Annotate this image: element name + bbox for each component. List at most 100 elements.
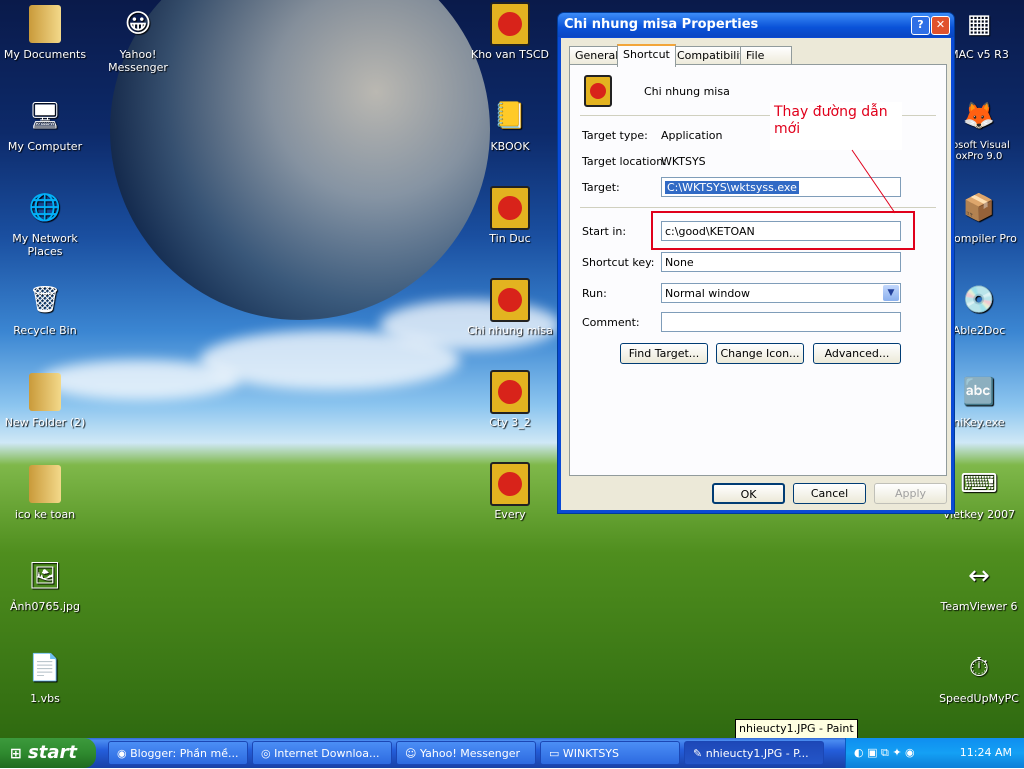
shortcut-key-label: Shortcut key: <box>582 256 655 269</box>
chevron-down-icon[interactable]: ▼ <box>883 285 899 301</box>
desktop-icon-kbook[interactable]: 📒 KBOOK <box>465 96 555 153</box>
desktop-icon-1-vbs[interactable]: 📄 1.vbs <box>0 648 90 705</box>
disc-icon: 💿 <box>962 285 996 315</box>
unikey-icon: 🔤 <box>962 377 996 407</box>
comment-field[interactable] <box>661 312 901 332</box>
icon-label: My Network Places <box>12 232 78 258</box>
target-location-label: Target location: <box>582 155 667 168</box>
image-icon: 🖼 <box>28 561 62 591</box>
dialog-title: Chi nhung misa Properties <box>564 17 759 32</box>
shortcut-key-field[interactable]: None <box>661 252 901 272</box>
desktop-icon-my-network-places[interactable]: 🌐 My Network Places <box>0 188 90 258</box>
taskbar-tooltip: nhieucty1.JPG - Paint <box>735 719 858 739</box>
shortcut-app-icon <box>584 75 612 107</box>
desktop-icon-yahoo-messenger[interactable]: 😀 Yahoo! Messenger <box>93 4 183 74</box>
box-icon: 📦 <box>962 193 996 223</box>
target-value: C:\WKTSYS\wktsyss.exe <box>665 181 799 194</box>
icon-label: Every <box>494 508 526 521</box>
yahoo-smiley-icon: 😀 <box>124 9 152 39</box>
icon-label: ico ke toan <box>14 508 76 521</box>
task-winktsys[interactable]: ▭ WINKTSYS <box>540 741 680 765</box>
app-icon <box>490 462 530 506</box>
close-button[interactable]: ✕ <box>931 16 950 35</box>
icon-label: KBOOK <box>490 140 530 153</box>
ok-button[interactable]: OK <box>712 483 785 504</box>
script-icon: 📄 <box>28 653 62 683</box>
separator <box>580 207 936 208</box>
comment-label: Comment: <box>582 316 640 329</box>
help-button[interactable]: ? <box>911 16 930 35</box>
folder-icon <box>25 464 65 504</box>
icon-label: Tin Duc <box>489 232 531 245</box>
icon-label: New Folder (2) <box>4 416 86 429</box>
find-target-button[interactable]: Find Target... <box>620 343 708 364</box>
highlight-box <box>651 211 915 250</box>
task-label: Internet Downloa... <box>274 747 380 760</box>
app-icon <box>490 2 530 46</box>
globe-icon: ◎ <box>261 747 275 760</box>
folder-icon: ▭ <box>549 747 563 760</box>
icon-label: My Documents <box>3 48 87 61</box>
cancel-button[interactable]: Cancel <box>793 483 866 504</box>
fox-icon: 🦊 <box>962 101 996 131</box>
run-label: Run: <box>582 287 607 300</box>
desktop-icon-anh0765[interactable]: 🖼 Ảnh0765.jpg <box>0 556 90 613</box>
apply-button[interactable]: Apply <box>874 483 947 504</box>
icon-label: Chi nhung misa <box>467 324 553 337</box>
run-select[interactable]: Normal window ▼ <box>661 283 901 303</box>
recycle-bin-icon: 🗑 <box>28 285 62 315</box>
desktop-icon-tin-duc[interactable]: Tin Duc <box>465 186 555 245</box>
tray-icons[interactable]: ◐ ▣ ⧉ ✦ ◉ <box>846 746 915 759</box>
icon-label: My Computer <box>7 140 83 153</box>
icon-label: SpeedUpMyPC <box>939 692 1019 705</box>
annotation-note: Thay đường dẫn mới <box>770 102 902 150</box>
icon-label: Kho van TSCD <box>471 48 549 61</box>
notebook-icon: 📒 <box>493 101 527 131</box>
task-label: WINKTSYS <box>562 747 620 760</box>
target-location-value: WKTSYS <box>661 155 706 168</box>
desktop-icon-my-documents[interactable]: My Documents <box>0 4 90 61</box>
speedometer-icon: ⏱ <box>968 652 990 683</box>
tab-file-hashes[interactable]: File Hashes <box>740 46 793 80</box>
desktop-icon-new-folder-2[interactable]: New Folder (2) <box>0 372 90 429</box>
task-yahoo-messenger[interactable]: ☺ Yahoo! Messenger <box>396 741 536 765</box>
windows-flag-icon: ⊞ <box>10 746 22 762</box>
chrome-icon: ◉ <box>117 747 131 760</box>
desktop-icon-chi-nhung-misa[interactable]: Chi nhung misa <box>465 278 555 337</box>
icon-label: TeamViewer 6 <box>940 600 1018 613</box>
tab-shortcut[interactable]: Shortcut <box>617 44 676 67</box>
start-label: start <box>28 742 77 763</box>
task-blogger[interactable]: ◉ Blogger: Phần mề... <box>108 741 248 765</box>
start-in-label: Start in: <box>582 225 627 238</box>
start-button[interactable]: ⊞ start <box>0 738 96 768</box>
task-label: nhieucty1.JPG - P... <box>705 747 809 760</box>
desktop-icon-speedupmypc[interactable]: ⏱ SpeedUpMyPC <box>934 648 1024 706</box>
change-icon-button[interactable]: Change Icon... <box>716 343 804 364</box>
task-internet-download[interactable]: ◎ Internet Downloa... <box>252 741 392 765</box>
app-icon <box>490 186 530 230</box>
target-field[interactable]: C:\WKTSYS\wktsyss.exe <box>661 177 901 197</box>
desktop-icon-recycle-bin[interactable]: 🗑 Recycle Bin <box>0 280 90 337</box>
desktop-icon-ico-ke-toan[interactable]: ico ke toan <box>0 464 90 521</box>
advanced-button[interactable]: Advanced... <box>813 343 901 364</box>
vietkey-icon: ⌨ <box>960 469 998 499</box>
folder-user-icon <box>25 4 65 44</box>
shortcut-name: Chi nhung misa <box>644 85 730 98</box>
desktop-icon-kho-van-tscd[interactable]: Kho van TSCD <box>465 2 555 61</box>
system-tray: ◐ ▣ ⧉ ✦ ◉ 11:24 AM <box>845 738 1024 768</box>
yahoo-smiley-icon: ☺ <box>405 747 420 760</box>
clock[interactable]: 11:24 AM <box>960 738 1012 768</box>
desktop-icon-cty-3-2[interactable]: Cty 3_2 <box>465 370 555 429</box>
task-paint[interactable]: ✎ nhieucty1.JPG - P... <box>684 741 824 765</box>
desktop-icon-every[interactable]: Every <box>465 462 555 521</box>
computer-icon: 🖥 <box>28 101 62 131</box>
icon-label: Yahoo! Messenger <box>108 48 168 74</box>
folder-icon <box>25 372 65 412</box>
icon-label: Cty 3_2 <box>489 416 531 429</box>
desktop-icon-my-computer[interactable]: 🖥 My Computer <box>0 96 90 153</box>
desktop-icon-teamviewer[interactable]: ↔ TeamViewer 6 <box>934 556 1024 613</box>
maze-icon: ▦ <box>966 9 992 39</box>
properties-dialog: Chi nhung misa Properties ? ✕ General Sh… <box>557 12 955 514</box>
dialog-titlebar[interactable]: Chi nhung misa Properties ? ✕ <box>558 13 954 37</box>
run-value: Normal window <box>665 287 751 300</box>
